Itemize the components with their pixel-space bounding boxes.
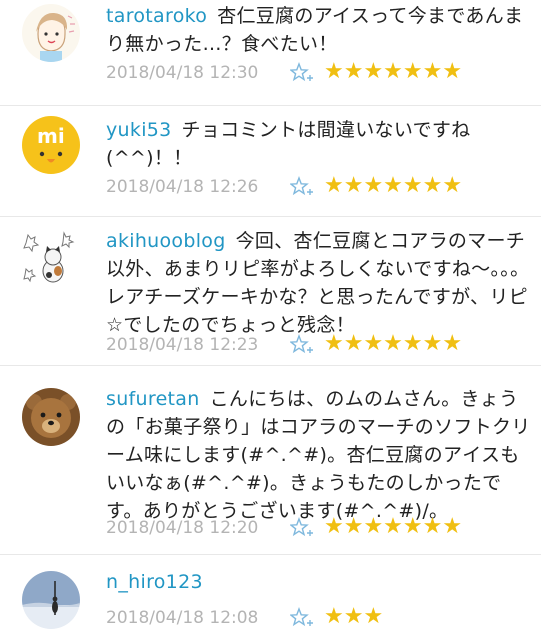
comment-timestamp: 2018/04/18 12:20: [106, 518, 259, 538]
yellow-chick-avatar-icon[interactable]: mi: [22, 116, 80, 174]
comment-item: n_hiro123 2018/04/18 12:08 ★★★: [0, 555, 541, 640]
star-rating: ★★★★★★★: [324, 331, 463, 356]
add-star-icon[interactable]: [290, 517, 316, 539]
star-rating: ★★★★★★★: [324, 514, 463, 539]
svg-text:mi: mi: [37, 124, 65, 148]
star-rating: ★★★★★★★: [324, 173, 463, 198]
add-star-icon[interactable]: [290, 607, 316, 629]
comment-username-link[interactable]: tarotaroko: [106, 5, 207, 27]
add-star-icon[interactable]: [290, 334, 316, 356]
add-star-icon[interactable]: [290, 62, 316, 84]
comment-timestamp: 2018/04/18 12:08: [106, 608, 259, 628]
comment-item: mi yuki53 チョコミントは間違いないですね(^^)！！ 2018/04/1…: [0, 106, 541, 216]
comment-username-link[interactable]: n_hiro123: [106, 571, 203, 593]
comment-meta: 2018/04/18 12:30 ★★★★★★★: [106, 59, 526, 85]
comment-timestamp: 2018/04/18 12:23: [106, 335, 259, 355]
comment-meta: 2018/04/18 12:08 ★★★: [106, 604, 526, 630]
comment-username-link[interactable]: akihuooblog: [106, 230, 226, 252]
comment-body: sufuretan こんにちは、のムのムさん。きょうの「お菓子祭り」はコアラのマー…: [106, 385, 531, 525]
comment-item: sufuretan こんにちは、のムのムさん。きょうの「お菓子祭り」はコアラのマー…: [0, 366, 541, 554]
comment-meta: 2018/04/18 12:23 ★★★★★★★: [106, 331, 526, 357]
comment-body: tarotaroko 杏仁豆腐のアイスって今まであんまり無かった…？食べたい！: [106, 2, 531, 58]
comment-username-link[interactable]: sufuretan: [106, 388, 200, 410]
comment-body: yuki53 チョコミントは間違いないですね(^^)！！: [106, 116, 531, 172]
comment-meta: 2018/04/18 12:20 ★★★★★★★: [106, 514, 526, 540]
comment-item: akihuooblog 今回、杏仁豆腐とコアラのマーチ以外、あまりリピ率がよろしく…: [0, 217, 541, 365]
snow-landscape-avatar-icon[interactable]: [22, 571, 80, 629]
teddy-bear-avatar-icon[interactable]: [22, 388, 80, 446]
comment-item: tarotaroko 杏仁豆腐のアイスって今まであんまり無かった…？食べたい！ 2…: [0, 0, 541, 105]
child-drawing-avatar-icon[interactable]: [22, 4, 80, 62]
comment-body: n_hiro123: [106, 568, 531, 596]
cat-illustration-avatar-icon[interactable]: [22, 229, 80, 287]
star-rating: ★★★★★★★: [324, 59, 463, 84]
comment-timestamp: 2018/04/18 12:30: [106, 63, 259, 83]
comment-meta: 2018/04/18 12:26 ★★★★★★★: [106, 173, 526, 199]
comment-body: akihuooblog 今回、杏仁豆腐とコアラのマーチ以外、あまりリピ率がよろしく…: [106, 227, 531, 339]
comment-username-link[interactable]: yuki53: [106, 119, 172, 141]
star-rating: ★★★: [324, 604, 384, 629]
add-star-icon[interactable]: [290, 176, 316, 198]
comment-timestamp: 2018/04/18 12:26: [106, 177, 259, 197]
